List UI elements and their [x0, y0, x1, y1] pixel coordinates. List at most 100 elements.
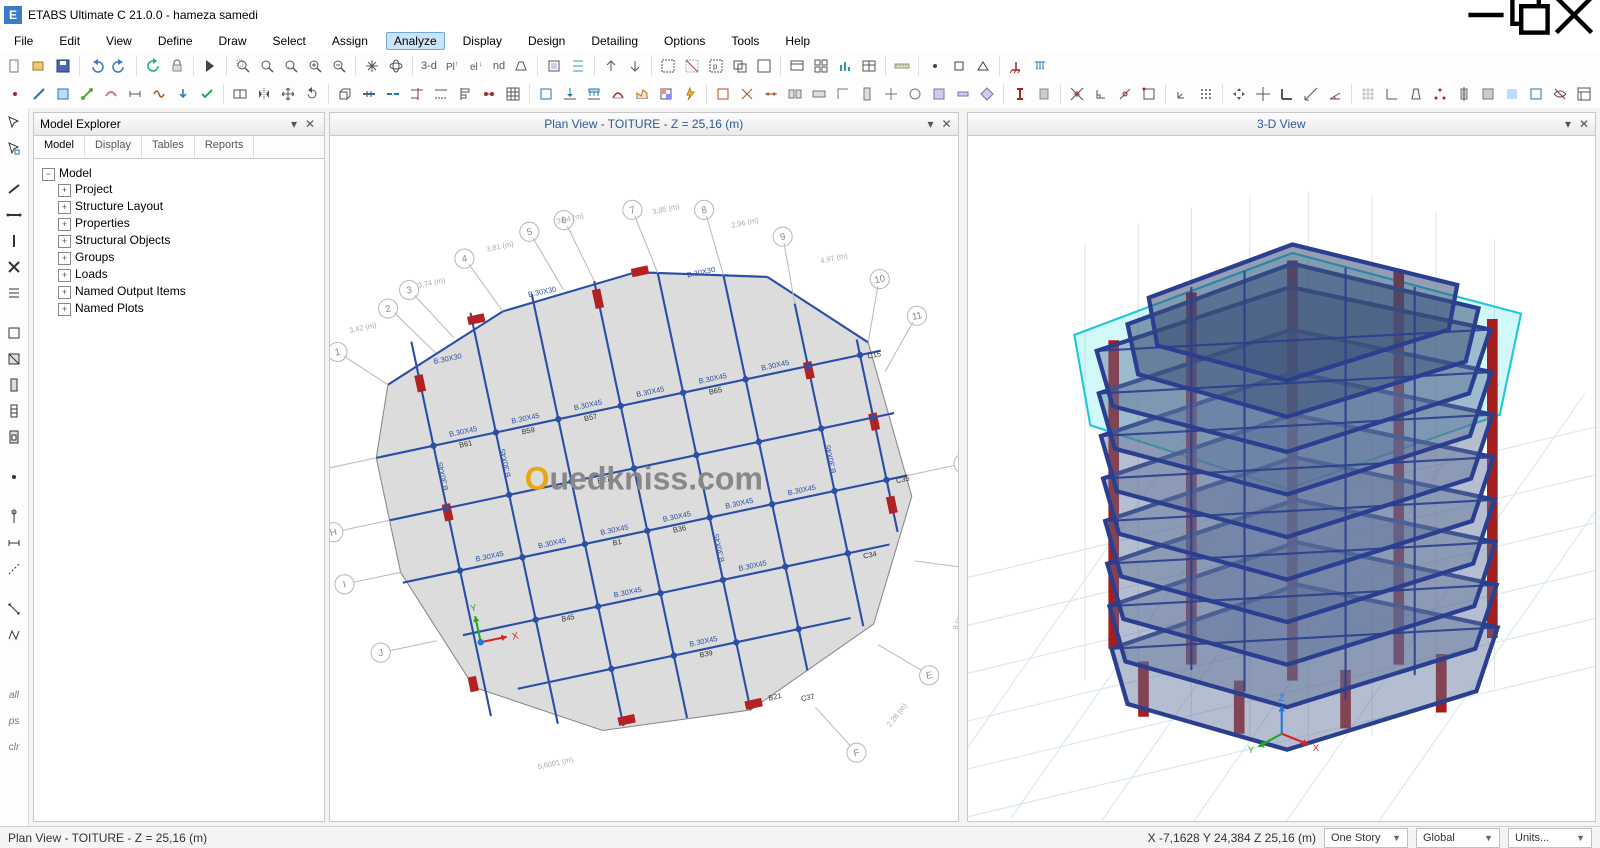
extra-5-icon[interactable] [808, 83, 830, 105]
extra-11-icon[interactable] [952, 83, 974, 105]
measure-icon[interactable] [891, 55, 913, 77]
extra-1-icon[interactable] [712, 83, 734, 105]
replicate-icon[interactable] [229, 83, 251, 105]
tree-project[interactable]: Project [75, 182, 112, 196]
draw-developed-icon[interactable] [3, 624, 25, 646]
show-stress-icon[interactable] [655, 83, 677, 105]
extra-9-icon[interactable] [904, 83, 926, 105]
status-units-dropdown[interactable]: Units...▼ [1508, 828, 1592, 848]
view-nd-label[interactable]: nd [490, 60, 508, 72]
draw-dim-icon[interactable] [3, 532, 25, 554]
frame-icon[interactable] [28, 83, 50, 105]
move-down-icon[interactable] [624, 55, 646, 77]
menu-assign[interactable]: Assign [324, 32, 376, 50]
menu-options[interactable]: Options [656, 32, 713, 50]
extra-8-icon[interactable] [880, 83, 902, 105]
design-steel-icon[interactable] [1009, 83, 1031, 105]
area-icon[interactable] [52, 83, 74, 105]
save-icon[interactable] [52, 55, 74, 77]
menu-analyze[interactable]: Analyze [386, 32, 445, 50]
clear-select-icon[interactable] [753, 55, 775, 77]
tab-reports[interactable]: Reports [195, 136, 255, 158]
draw-joint-icon[interactable] [3, 466, 25, 488]
snap-mid-icon[interactable] [972, 55, 994, 77]
zoom-restore-icon[interactable] [256, 55, 278, 77]
menu-tools[interactable]: Tools [723, 32, 767, 50]
results-icon[interactable] [834, 55, 856, 77]
snap-frame-icon[interactable] [1138, 83, 1160, 105]
run-icon[interactable] [199, 55, 221, 77]
tree-named-output[interactable]: Named Output Items [75, 284, 186, 298]
model-explorer-header[interactable]: Model Explorer ▾ ✕ [34, 113, 324, 136]
view-close-icon[interactable]: ✕ [1577, 117, 1591, 131]
show-axes-icon[interactable] [1381, 83, 1403, 105]
prev-select-icon[interactable]: p [705, 55, 727, 77]
assign-load-icon[interactable] [1029, 55, 1051, 77]
draw-wall-opening-icon[interactable] [3, 426, 25, 448]
expand-icon[interactable]: + [58, 235, 71, 248]
draw-floor-icon[interactable] [3, 322, 25, 344]
panel-close-icon[interactable]: ✕ [302, 117, 318, 131]
show-loads-dist-icon[interactable] [583, 83, 605, 105]
axes-triad-icon[interactable] [1171, 83, 1193, 105]
deselect-icon[interactable] [681, 55, 703, 77]
set-view-icon[interactable] [786, 55, 808, 77]
dimension-icon[interactable] [124, 83, 146, 105]
expand-icon[interactable]: + [58, 218, 71, 231]
menu-help[interactable]: Help [777, 32, 818, 50]
extend-icon[interactable] [430, 83, 452, 105]
show-loads-point-icon[interactable] [559, 83, 581, 105]
rotate-icon[interactable] [301, 83, 323, 105]
deformed-icon[interactable] [148, 83, 170, 105]
panel-dropdown-icon[interactable]: ▾ [286, 117, 302, 131]
wire-icon[interactable] [1525, 83, 1547, 105]
force-icon[interactable] [172, 83, 194, 105]
edge-display-icon[interactable] [1405, 83, 1427, 105]
new-icon[interactable] [4, 55, 26, 77]
zoom-out-icon[interactable] [328, 55, 350, 77]
draw-beam-icon[interactable] [3, 178, 25, 200]
open-icon[interactable] [28, 55, 50, 77]
named-view-icon[interactable] [810, 55, 832, 77]
draw-quick-wall-icon[interactable] [3, 400, 25, 422]
reshape-icon[interactable] [3, 138, 25, 160]
show-undeformed-icon[interactable] [535, 83, 557, 105]
expand-icon[interactable]: + [58, 286, 71, 299]
draw-section-cut-icon[interactable] [3, 598, 25, 620]
draw-secondary-icon[interactable] [3, 282, 25, 304]
joint-display-icon[interactable] [1429, 83, 1451, 105]
expand-icon[interactable]: + [58, 269, 71, 282]
ps-label-icon[interactable]: ps [3, 710, 25, 732]
all-label-icon[interactable]: all [3, 684, 25, 706]
object-shrink-icon[interactable] [543, 55, 565, 77]
frame-extrude-icon[interactable] [1453, 83, 1475, 105]
select-all-icon[interactable] [657, 55, 679, 77]
menu-define[interactable]: Define [150, 32, 201, 50]
tree-groups[interactable]: Groups [75, 250, 114, 264]
tree-structure-layout[interactable]: Structure Layout [75, 199, 163, 213]
snap-perp-icon[interactable] [1090, 83, 1112, 105]
pointer-icon[interactable] [3, 112, 25, 134]
collapse-icon[interactable]: − [42, 168, 55, 181]
refresh-icon[interactable] [142, 55, 164, 77]
plan-view-header[interactable]: Plan View - TOITURE - Z = 25,16 (m) ▾✕ [330, 113, 958, 136]
snap-line-icon[interactable] [1114, 83, 1136, 105]
tree-named-plots[interactable]: Named Plots [75, 301, 144, 315]
tree-structural-objects[interactable]: Structural Objects [75, 233, 170, 247]
joint-icon[interactable] [4, 83, 26, 105]
model-tree[interactable]: −Model +Project +Structure Layout +Prope… [34, 159, 324, 821]
shell-extrude-icon[interactable] [1477, 83, 1499, 105]
detail-icon[interactable] [1573, 83, 1595, 105]
mesh-icon[interactable] [502, 83, 524, 105]
draw-quick-floor-icon[interactable] [3, 348, 25, 370]
cursor-move-icon[interactable] [1228, 83, 1250, 105]
snap-end-icon[interactable] [948, 55, 970, 77]
snap-point-icon[interactable] [924, 55, 946, 77]
zoom-rubber-icon[interactable] [232, 55, 254, 77]
plan-view-canvas[interactable]: B.30X45B.30X45B.30X45B.30X45B.30X45B.30X… [330, 136, 958, 821]
menu-draw[interactable]: Draw [211, 32, 255, 50]
view-3d-label[interactable]: 3-d [418, 60, 440, 72]
tab-model[interactable]: Model [34, 136, 85, 158]
draw-brace-icon[interactable] [3, 256, 25, 278]
cursor-trace-icon[interactable] [1300, 83, 1322, 105]
